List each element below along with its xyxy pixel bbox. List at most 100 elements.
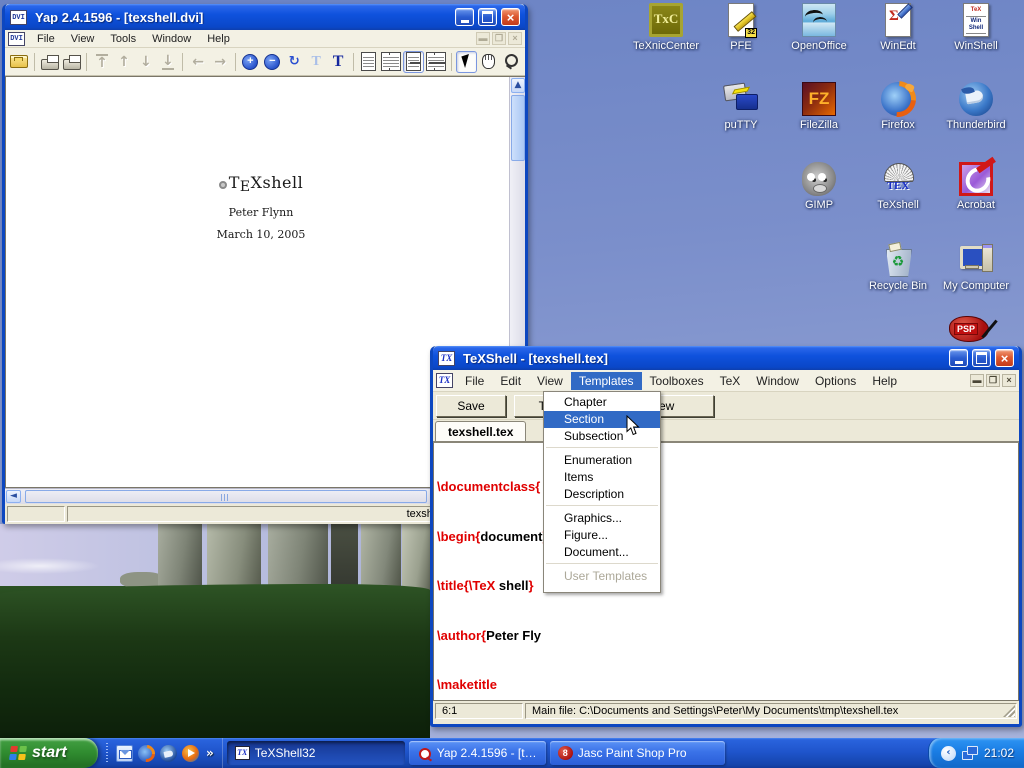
desktop-icon[interactable]: PFE <box>702 3 780 52</box>
desktop-icon[interactable]: FileZilla <box>780 82 858 131</box>
prev-page-icon[interactable] <box>114 51 135 73</box>
desktop-icon[interactable]: Acrobat <box>937 162 1015 211</box>
media-player-icon[interactable] <box>182 745 199 762</box>
quick-launch-overflow-chevron[interactable]: » <box>206 747 214 759</box>
desktop-icon[interactable]: OpenOffice <box>780 3 858 52</box>
menu-item[interactable]: Help <box>864 372 905 390</box>
toolbar-button[interactable] <box>31 51 38 73</box>
toolbar-button[interactable] <box>350 51 357 73</box>
zoom-in-icon[interactable] <box>240 51 261 73</box>
scroll-left-button[interactable]: ◄ <box>6 490 21 503</box>
refresh-icon[interactable] <box>284 51 305 73</box>
mdi-minimize-button[interactable]: ▬ <box>476 32 490 45</box>
toolbar-button[interactable] <box>179 51 186 73</box>
pointer-tool-icon[interactable] <box>456 51 477 73</box>
desktop-icon[interactable]: My Computer <box>937 243 1015 292</box>
menu-item[interactable]: Templates <box>571 372 642 390</box>
templates-menu-item[interactable]: Subsection <box>544 428 660 445</box>
hide-icons-chevron-icon[interactable]: ‹ <box>941 746 956 761</box>
toolbar-button[interactable] <box>448 51 455 73</box>
text-tool-icon[interactable] <box>328 51 349 73</box>
desktop-icon[interactable]: TeXshell <box>859 162 937 211</box>
menu-item[interactable]: TeX <box>712 372 749 390</box>
tab-texshell-tex[interactable]: texshell.tex <box>435 421 526 441</box>
firefox-small-icon[interactable] <box>138 745 155 762</box>
yap-titlebar[interactable]: DVI Yap 2.4.1596 - [texshell.dvi] × <box>5 4 525 30</box>
templates-menu-item[interactable]: Chapter <box>544 394 660 411</box>
print-icon[interactable] <box>39 51 60 73</box>
templates-menu-item[interactable]: Section <box>544 411 660 428</box>
thunderbird-small-icon[interactable] <box>160 745 177 762</box>
maximize-button[interactable] <box>972 349 991 367</box>
mdi-minimize-button[interactable]: ▬ <box>970 374 984 387</box>
task-button[interactable]: Yap 2.4.1596 - [texs... <box>409 741 546 765</box>
desktop-icon[interactable]: puTTY <box>702 82 780 131</box>
templates-menu-item[interactable]: Description <box>544 486 660 503</box>
toolbar-button[interactable] <box>232 51 239 73</box>
menu-item[interactable]: Window <box>144 31 199 47</box>
close-button[interactable]: × <box>501 8 520 26</box>
network-status-icon[interactable] <box>962 746 978 760</box>
maximize-button[interactable] <box>478 8 497 26</box>
continuous-view-icon[interactable] <box>403 51 424 73</box>
horizontal-scroll-thumb[interactable] <box>25 490 427 503</box>
desktop-icon[interactable]: GIMP <box>780 162 858 211</box>
ruler-tool-icon[interactable] <box>306 51 327 73</box>
paint-shop-pro-desktop-icon[interactable]: PSP <box>947 314 993 346</box>
menu-item[interactable]: Toolboxes <box>642 372 712 390</box>
scroll-up-button[interactable]: ▲ <box>511 78 525 93</box>
menu-item[interactable]: Edit <box>492 372 529 390</box>
templates-menu-item[interactable]: User Templates <box>544 568 660 585</box>
templates-menu-item[interactable]: Figure... <box>544 527 660 544</box>
close-button[interactable]: × <box>995 349 1014 367</box>
last-page-icon[interactable] <box>157 51 178 73</box>
code-editor[interactable]: \documentclass{ \begin{document} \title{… <box>433 443 1019 701</box>
task-button[interactable]: TX TeXShell32 <box>227 741 405 765</box>
resize-grip[interactable] <box>1003 705 1015 717</box>
toolbar-grip[interactable] <box>106 743 108 763</box>
desktop-icon[interactable]: WinShell <box>937 3 1015 52</box>
mdi-restore-button[interactable]: ❒ <box>492 32 506 45</box>
save-button[interactable]: Save <box>436 395 506 417</box>
menu-item[interactable]: Help <box>199 31 238 47</box>
toolbar-button[interactable] <box>83 51 90 73</box>
outlook-express-icon[interactable] <box>116 745 133 762</box>
desktop-icon[interactable]: TeXnicCenter <box>627 3 705 52</box>
menu-item[interactable]: Tools <box>102 31 144 47</box>
templates-menu-item[interactable]: Document... <box>544 544 660 561</box>
texshell-titlebar[interactable]: TX TeXShell - [texshell.tex] × <box>433 346 1019 370</box>
desktop-icon[interactable]: Thunderbird <box>937 82 1015 131</box>
desktop-icon[interactable]: Firefox <box>859 82 937 131</box>
minimize-button[interactable] <box>949 349 968 367</box>
zoom-out-icon[interactable] <box>262 51 283 73</box>
facing-view-icon[interactable] <box>380 51 402 73</box>
magnifier-tool-icon[interactable] <box>500 51 521 73</box>
menu-item[interactable]: File <box>457 372 492 390</box>
task-button[interactable]: 8 Jasc Paint Shop Pro <box>550 741 725 765</box>
templates-menu-item[interactable]: Items <box>544 469 660 486</box>
next-page-icon[interactable] <box>135 51 156 73</box>
hand-tool-icon[interactable] <box>478 51 499 73</box>
templates-menu-item[interactable]: Graphics... <box>544 510 660 527</box>
first-page-icon[interactable] <box>92 51 113 73</box>
forward-icon[interactable] <box>210 51 231 73</box>
desktop-icon[interactable]: WinEdt <box>859 3 937 52</box>
back-icon[interactable] <box>188 51 209 73</box>
templates-menu-item[interactable]: Enumeration <box>544 452 660 469</box>
menu-item[interactable]: View <box>529 372 571 390</box>
open-icon[interactable] <box>9 51 30 73</box>
single-page-view-icon[interactable] <box>358 51 379 73</box>
menu-item[interactable]: View <box>63 31 103 47</box>
menu-item[interactable]: Window <box>748 372 807 390</box>
menu-item[interactable]: Options <box>807 372 864 390</box>
mdi-restore-button[interactable]: ❒ <box>986 374 1000 387</box>
menu-item[interactable]: File <box>29 31 63 47</box>
mdi-close-button[interactable]: × <box>508 32 522 45</box>
print-all-icon[interactable] <box>61 51 82 73</box>
mdi-close-button[interactable]: × <box>1002 374 1016 387</box>
vertical-scroll-thumb[interactable] <box>511 95 525 161</box>
continuous-facing-view-icon[interactable] <box>425 51 447 73</box>
minimize-button[interactable] <box>455 8 474 26</box>
desktop-icon[interactable]: Recycle Bin <box>859 243 937 292</box>
start-button[interactable]: start <box>0 738 98 768</box>
